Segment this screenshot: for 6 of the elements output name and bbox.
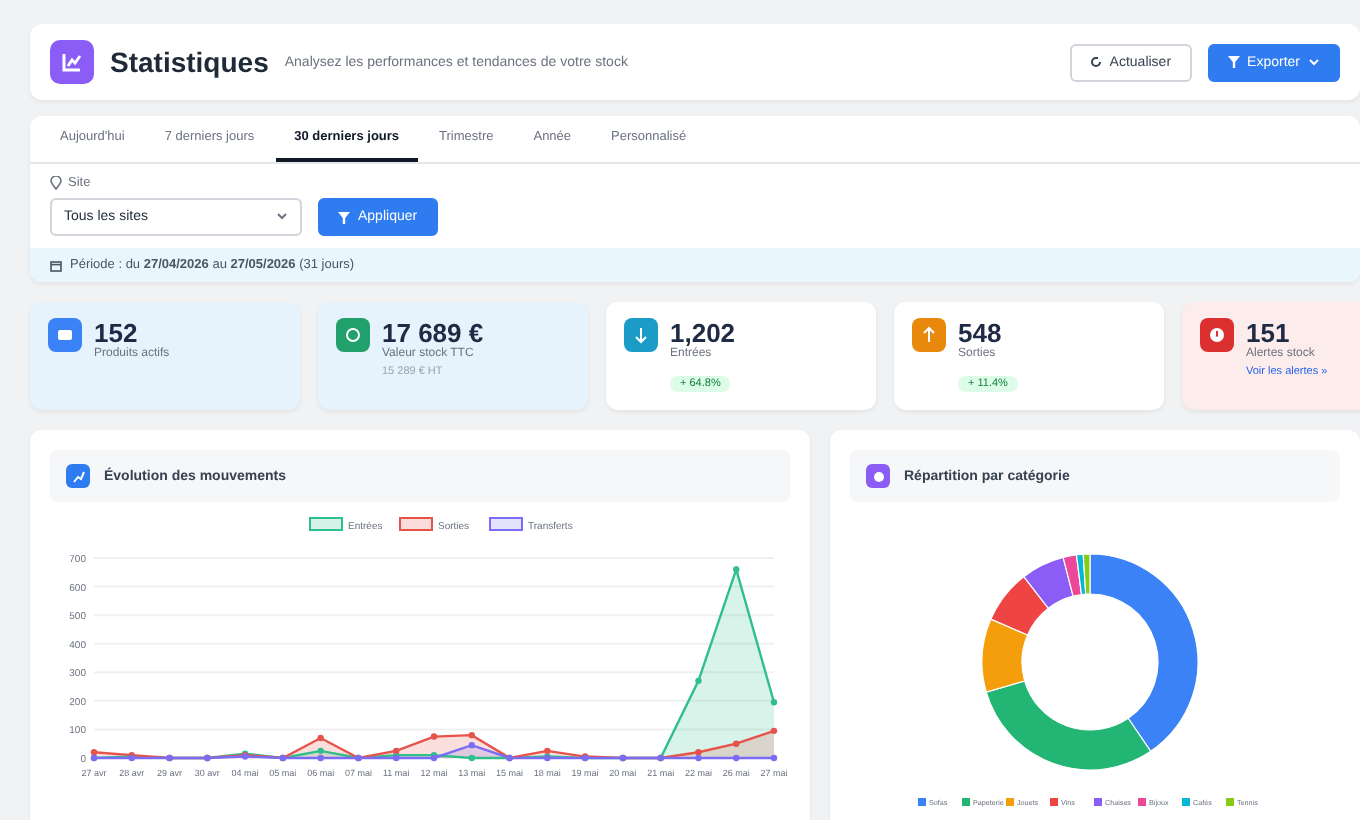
stat-value: 151 xyxy=(1246,318,1290,348)
stat-value: 152 xyxy=(94,318,140,348)
stat-value: 1,202 xyxy=(670,318,736,348)
page-title: Statistiques xyxy=(110,46,269,78)
stat-value: 548 xyxy=(958,318,1004,348)
stat-value: 17 689 € xyxy=(382,318,484,348)
